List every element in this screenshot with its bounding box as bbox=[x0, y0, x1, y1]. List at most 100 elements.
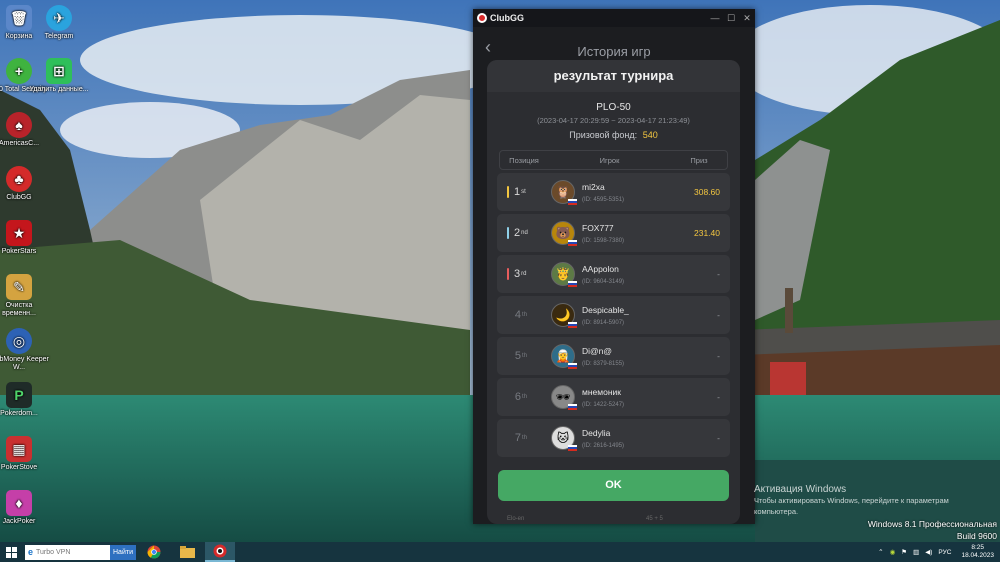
tournament-dates: (2023-04-17 20:29:59 ~ 2023-04-17 21:23:… bbox=[537, 116, 690, 125]
taskbar-chrome[interactable] bbox=[139, 542, 169, 562]
rank-suffix: rd bbox=[521, 271, 527, 277]
network-icon[interactable]: ▥ bbox=[913, 548, 919, 556]
taskbar-file-explorer[interactable] bbox=[172, 542, 202, 562]
rank-number: 6 bbox=[514, 391, 522, 403]
window-titlebar[interactable]: ClubGG — ☐ ✕ bbox=[473, 9, 755, 27]
pokerstove-icon: ▦ bbox=[6, 436, 32, 462]
desktop-icon-label: Очистка временн... bbox=[2, 302, 36, 317]
dialog-title: результат турнира bbox=[487, 60, 740, 92]
desktop-icon-pokerstars[interactable]: ★ PokerStars bbox=[0, 220, 50, 256]
rank: 2nd bbox=[497, 227, 539, 239]
desktop-icon-label: JackPoker bbox=[2, 518, 36, 525]
tournament-result-dialog: результат турнира PLO-50 (2023-04-17 20:… bbox=[487, 60, 740, 524]
desktop-icon-label: WebMoney Keeper W... bbox=[0, 356, 49, 371]
clock[interactable]: 8:25 18.04.2023 bbox=[961, 544, 994, 560]
desktop-icon-jackpoker[interactable]: ♦ JackPoker bbox=[0, 490, 50, 526]
back-arrow-icon[interactable]: ‹ bbox=[485, 37, 491, 58]
flag-ru-icon bbox=[568, 445, 577, 451]
rank-suffix: nd bbox=[521, 230, 528, 236]
close-icon[interactable]: ✕ bbox=[739, 13, 755, 24]
results-list[interactable]: 1st 🦉 mi2xa (ID: 4595-5351) 308.60 2nd 🐻… bbox=[497, 173, 730, 457]
rank-marker bbox=[507, 268, 509, 280]
column-player: Игрок bbox=[599, 155, 620, 165]
rank: 5th bbox=[497, 350, 539, 362]
ok-button[interactable]: OK bbox=[498, 470, 729, 501]
tray-chevron-icon[interactable]: ⌃ bbox=[878, 548, 883, 556]
flag-ru-icon bbox=[568, 281, 577, 287]
desktop-icon-telegram[interactable]: ✈ Telegram bbox=[28, 5, 90, 41]
player-id: (ID: 8914-5907) bbox=[582, 319, 625, 326]
language-indicator[interactable]: РУС bbox=[938, 549, 951, 556]
windows-logo-icon bbox=[5, 546, 17, 558]
avatar: 🧝 bbox=[551, 344, 577, 369]
minimize-icon[interactable]: — bbox=[707, 13, 723, 24]
rank-number: 7 bbox=[514, 432, 522, 444]
clubgg-taskbar-icon bbox=[213, 544, 227, 558]
clock-date: 18.04.2023 bbox=[961, 552, 994, 559]
avatar-bear-icon: 🐻 bbox=[555, 226, 571, 240]
player-id: (ID: 4595-5351) bbox=[582, 196, 625, 203]
column-position: Позиция bbox=[509, 155, 539, 165]
avatar-moon-icon: 🌙 bbox=[555, 308, 571, 322]
player-id: (ID: 9604-3149) bbox=[582, 278, 625, 285]
taskbar-clubgg[interactable] bbox=[205, 542, 235, 562]
tray-app-icon[interactable]: ◉ bbox=[890, 548, 896, 556]
flag-ru-icon bbox=[568, 199, 577, 205]
chrome-icon bbox=[147, 545, 161, 559]
result-row[interactable]: 5th 🧝 Di@n@ (ID: 8379-8155) - bbox=[497, 337, 730, 375]
result-row[interactable]: 6th 🕶 мнемоник (ID: 1422-5247) - bbox=[497, 378, 730, 416]
player-prize: - bbox=[717, 310, 720, 320]
taskbar-search-input[interactable]: e Turbo VPN bbox=[25, 544, 110, 560]
folder-icon bbox=[179, 546, 195, 558]
rank-number: 2 bbox=[514, 227, 521, 239]
player-nickname: FOX777 bbox=[582, 222, 614, 233]
webmoney-icon: ◎ bbox=[6, 328, 32, 354]
system-tray: ⌃ ◉ ⚑ ▥ ◀) РУС 8:25 18.04.2023 bbox=[872, 544, 1000, 560]
rank-suffix: th bbox=[522, 394, 528, 400]
avatar-elf-icon: 🧝 bbox=[555, 349, 571, 363]
rank-marker bbox=[507, 227, 509, 239]
desktop-icon-pokerdom[interactable]: P Pokerdom... bbox=[0, 382, 50, 418]
player-id: (ID: 2616-1495) bbox=[582, 442, 625, 449]
flag-ru-icon bbox=[568, 240, 577, 246]
tray-notification-icon[interactable]: ⚑ bbox=[901, 548, 907, 556]
maximize-icon[interactable]: ☐ bbox=[723, 13, 739, 24]
desktop-icon-americas-cardroom[interactable]: ♠ AmericasC... bbox=[0, 112, 50, 148]
rank-marker bbox=[507, 186, 509, 198]
desktop-icon-label: Telegram bbox=[44, 33, 74, 40]
desktop-icon-pokerstove[interactable]: ▦ PokerStove bbox=[0, 436, 50, 472]
player-prize: - bbox=[717, 269, 720, 279]
edition-name: Windows 8.1 Профессиональная bbox=[867, 519, 997, 529]
desktop-icon-label: PokerStars bbox=[1, 248, 37, 255]
player-id: (ID: 1598-7380) bbox=[582, 237, 625, 244]
americas-cardroom-icon: ♠ bbox=[6, 112, 32, 138]
rank: 1st bbox=[497, 186, 539, 198]
player-nickname: мнемоник bbox=[582, 386, 621, 397]
rank: 7th bbox=[497, 432, 539, 444]
result-row[interactable]: 3rd 🤴 AAppolon (ID: 9604-3149) - bbox=[497, 255, 730, 293]
rank: 3rd bbox=[497, 268, 539, 280]
player-prize: - bbox=[717, 433, 720, 443]
page-title: История игр bbox=[577, 43, 651, 59]
result-row[interactable]: 7th 🐱 Dedylia (ID: 2616-1495) - bbox=[497, 419, 730, 457]
volume-icon[interactable]: ◀) bbox=[925, 548, 932, 556]
telegram-icon: ✈ bbox=[46, 5, 72, 31]
pokerstars-icon: ★ bbox=[6, 220, 32, 246]
results-header: Позиция Игрок Приз bbox=[499, 150, 728, 170]
desktop-icon-webmoney[interactable]: ◎ WebMoney Keeper W... bbox=[0, 328, 50, 372]
desktop-icon-cleanup[interactable]: ✎ Очистка временн... bbox=[0, 274, 50, 318]
start-button[interactable] bbox=[0, 542, 22, 562]
avatar: 🕶 bbox=[551, 385, 577, 410]
player-prize: - bbox=[717, 351, 720, 361]
result-row[interactable]: 2nd 🐻 FOX777 (ID: 1598-7380) 231.40 bbox=[497, 214, 730, 252]
search-button[interactable]: Найти bbox=[110, 544, 136, 560]
prize-pool-value: 540 bbox=[642, 130, 658, 140]
rank-number: 5 bbox=[514, 350, 522, 362]
cleanup-icon: ✎ bbox=[6, 274, 32, 300]
result-row[interactable]: 4th 🌙 Despicable_ (ID: 8914-5907) - bbox=[497, 296, 730, 334]
avatar: 🌙 bbox=[551, 303, 577, 328]
desktop-icon-clubgg[interactable]: ♣ ClubGG bbox=[0, 166, 50, 202]
result-row[interactable]: 1st 🦉 mi2xa (ID: 4595-5351) 308.60 bbox=[497, 173, 730, 211]
desktop-icon-remove-data[interactable]: ⊞ Удалить данные... bbox=[28, 58, 90, 94]
player-nickname: Di@n@ bbox=[582, 345, 613, 356]
